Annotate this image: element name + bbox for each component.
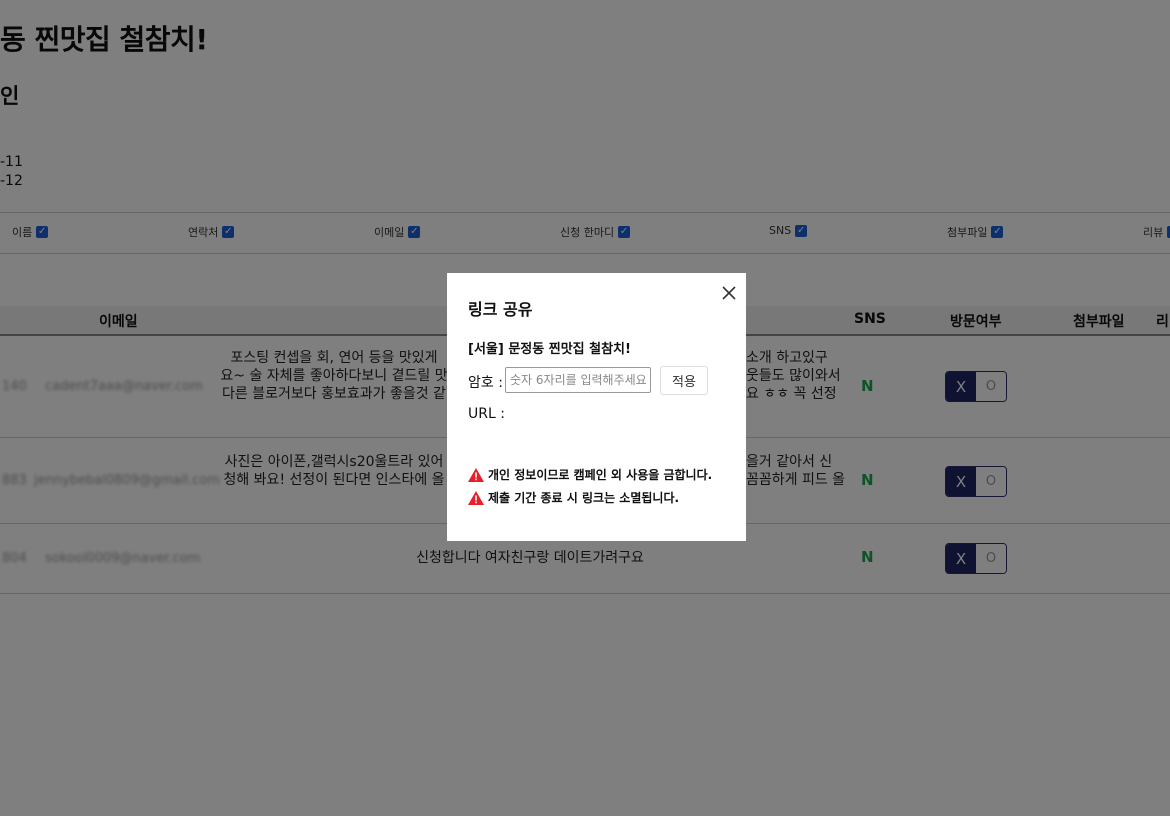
link-share-modal: 링크 공유 [서울] 문정동 찐맛집 철참치! 암호 : 적용 URL : 개인… [447, 273, 746, 541]
password-label: 암호 : [468, 375, 503, 391]
warning-text: 제출 기간 종료 시 링크는 소멸됩니다. [488, 491, 680, 505]
campaign-name: [서울] 문정동 찐맛집 철참치! [468, 342, 631, 357]
warning-text: 개인 정보이므로 캠페인 외 사용을 금합니다. [488, 468, 713, 482]
warning-triangle-icon [468, 490, 484, 505]
url-label: URL : [468, 406, 505, 422]
close-icon[interactable] [719, 283, 739, 303]
warning-triangle-icon [468, 467, 484, 482]
password-input[interactable] [505, 367, 651, 393]
warning-notice: 제출 기간 종료 시 링크는 소멸됩니다. [468, 489, 679, 506]
warning-notice: 개인 정보이므로 캠페인 외 사용을 금합니다. [468, 466, 712, 483]
modal-title: 링크 공유 [468, 300, 533, 319]
apply-button[interactable]: 적용 [660, 366, 708, 395]
